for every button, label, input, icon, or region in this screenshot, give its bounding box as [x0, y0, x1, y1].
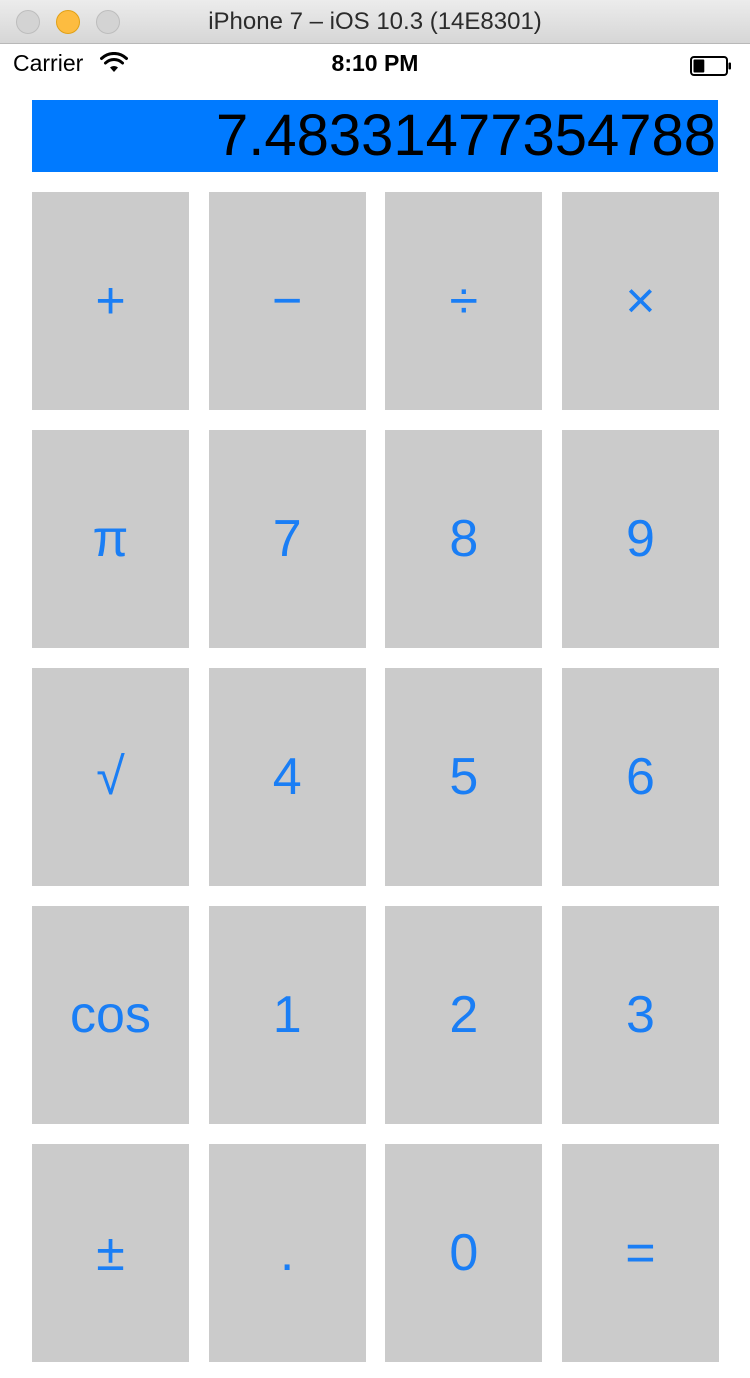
digit-7-button[interactable]: 7 [208, 430, 366, 648]
digit-9-button[interactable]: 9 [561, 430, 719, 648]
digit-4-button[interactable]: 4 [208, 668, 366, 886]
battery-fill [693, 59, 705, 73]
digit-6-button[interactable]: 6 [561, 668, 719, 886]
square-root-button[interactable]: √ [32, 668, 189, 886]
digit-8-button[interactable]: 8 [385, 430, 543, 648]
digit-3-button[interactable]: 3 [561, 906, 719, 1124]
digit-0-button[interactable]: 0 [385, 1144, 543, 1362]
add-button[interactable]: + [32, 192, 189, 410]
divide-button[interactable]: ÷ [385, 192, 543, 410]
battery-icon [690, 56, 731, 76]
digit-1-button[interactable]: 1 [208, 906, 366, 1124]
equals-button[interactable]: = [561, 1144, 719, 1362]
multiply-button[interactable]: × [561, 192, 719, 410]
digit-5-button[interactable]: 5 [385, 668, 543, 886]
cosine-button[interactable]: cos [32, 906, 189, 1124]
plus-minus-button[interactable]: ± [32, 1144, 189, 1362]
decimal-point-button[interactable]: . [208, 1144, 366, 1362]
status-bar: Carrier 8:10 PM [0, 44, 750, 86]
subtract-button[interactable]: − [208, 192, 366, 410]
pi-button[interactable]: π [32, 430, 189, 648]
window-title: iPhone 7 – iOS 10.3 (14E8301) [208, 8, 542, 35]
calculator-keypad: + − ÷ × π 7 8 9 √ 4 5 6 cos 1 2 3 ± . 0 … [32, 192, 719, 1362]
calculator-display: 7.48331477354788 [32, 100, 718, 172]
status-time: 8:10 PM [331, 50, 419, 76]
simulator-title-bar: iPhone 7 – iOS 10.3 (14E8301) [0, 0, 750, 44]
digit-2-button[interactable]: 2 [385, 906, 543, 1124]
